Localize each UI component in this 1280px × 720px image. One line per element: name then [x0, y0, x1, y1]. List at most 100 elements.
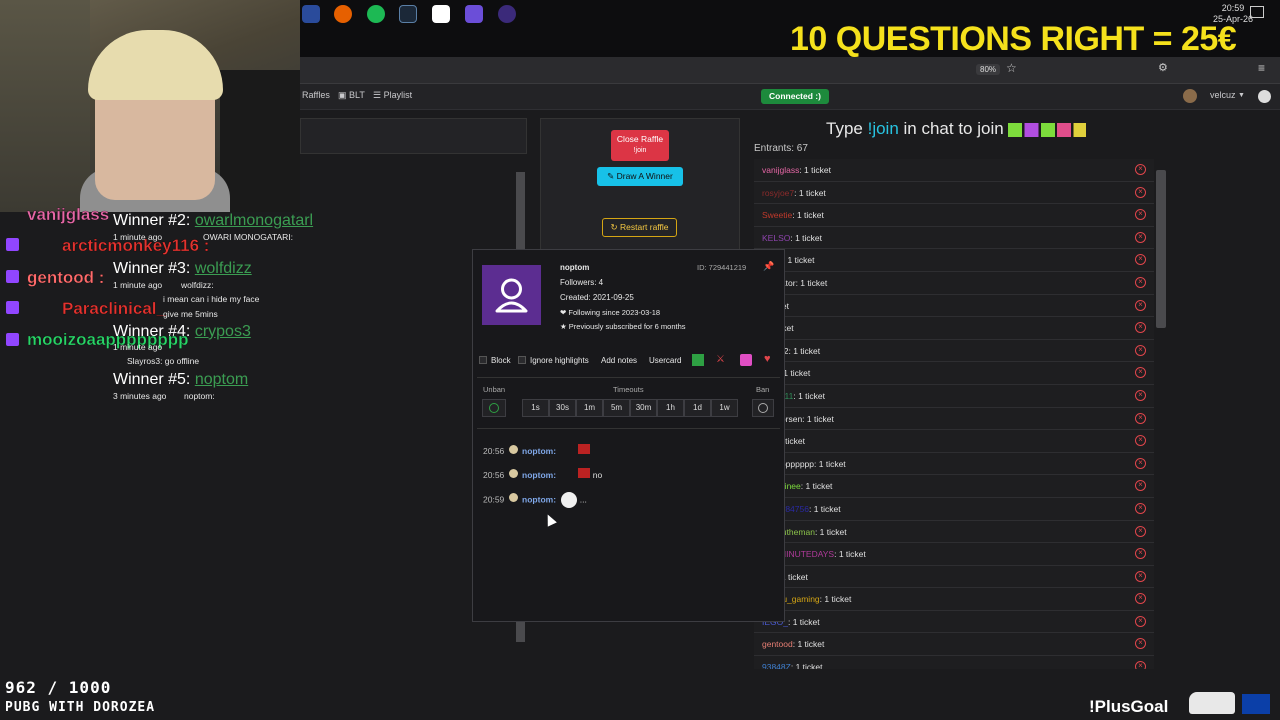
close-raffle-button[interactable]: Close Raffle !join [611, 130, 669, 161]
timeout-1d-button[interactable]: 1d [684, 399, 711, 417]
theme-toggle-icon[interactable] [1258, 90, 1271, 103]
firefox-icon[interactable] [334, 5, 352, 23]
remove-entrant-icon[interactable]: × [1135, 412, 1146, 424]
remove-entrant-icon[interactable]: × [1135, 570, 1146, 582]
remove-entrant-icon[interactable]: × [1135, 525, 1146, 537]
notion-icon[interactable] [432, 5, 450, 23]
entrant-row: Santtutheman: 1 ticket × [754, 520, 1154, 544]
winner-3: Winner #3: wolfdizz [113, 260, 252, 278]
usercard-username[interactable]: noptom [560, 263, 589, 272]
remove-entrant-icon[interactable]: × [1135, 615, 1146, 627]
twitch-app-icon[interactable] [498, 5, 516, 23]
unban-button[interactable] [482, 399, 506, 417]
timeout-1s-button[interactable]: 1s [522, 399, 549, 417]
usercard-id: ID: 729441219 [697, 263, 747, 272]
entrant-row: 1 ticket× [754, 294, 1154, 318]
app-c-icon[interactable] [302, 5, 320, 23]
remove-entrant-icon[interactable]: × [1135, 299, 1146, 311]
winner-label: Winner #3: [113, 260, 195, 277]
timeout-5m-button[interactable]: 5m [603, 399, 630, 417]
message-user[interactable]: noptom: [522, 470, 556, 480]
chat-message: give me 5mins [163, 309, 218, 319]
remove-entrant-icon[interactable]: × [1135, 480, 1146, 492]
notification-icon[interactable] [1250, 6, 1264, 18]
entrants-scroll-thumb[interactable] [1156, 170, 1166, 328]
entrant-name[interactable]: gentood [762, 639, 793, 649]
block-checkbox[interactable] [479, 356, 487, 364]
entrant-name[interactable]: KELSO [762, 233, 790, 243]
remove-entrant-icon[interactable]: × [1135, 502, 1146, 514]
remove-entrant-icon[interactable]: × [1135, 548, 1146, 560]
steam-icon[interactable] [399, 5, 417, 23]
ban-button[interactable] [752, 399, 774, 417]
remove-entrant-icon[interactable]: × [1135, 276, 1146, 288]
nav-playlist[interactable]: ☰ Playlist [373, 90, 412, 101]
timeout-30m-button[interactable]: 30m [630, 399, 657, 417]
entrant-name[interactable]: rosyjoe7 [762, 188, 794, 198]
chat-message: i mean can i hide my face [163, 294, 260, 304]
remove-entrant-icon[interactable]: × [1135, 435, 1146, 447]
remove-entrant-icon[interactable]: × [1135, 209, 1146, 221]
entrant-row: IEGO_: 1 ticket× [754, 610, 1154, 634]
remove-entrant-icon[interactable]: × [1135, 389, 1146, 401]
user-menu[interactable]: velcuz [1210, 90, 1236, 100]
heart-icon[interactable]: ♥ [764, 353, 776, 365]
nav-raffles[interactable]: Raffles [302, 90, 330, 100]
message-user[interactable]: noptom: [522, 494, 556, 504]
twitch-badge-icon [6, 333, 19, 346]
entrant-name[interactable]: vanijglass [762, 165, 799, 175]
timeout-1w-button[interactable]: 1w [711, 399, 738, 417]
remove-entrant-icon[interactable]: × [1135, 322, 1146, 334]
winner-name[interactable]: wolfdizz [195, 260, 252, 277]
entrant-tickets: : 1 ticket [788, 345, 821, 356]
remove-entrant-icon[interactable]: × [1135, 231, 1146, 243]
winner-name[interactable]: crypos3 [195, 323, 251, 340]
clock-time[interactable]: 20:59 [1213, 3, 1253, 14]
remove-entrant-icon[interactable]: × [1135, 367, 1146, 379]
remove-entrant-icon[interactable]: × [1135, 186, 1146, 198]
bookmark-star-icon[interactable]: ☆ [1006, 61, 1017, 75]
usercard-link[interactable]: Usercard [649, 356, 681, 365]
timeout-1h-button[interactable]: 1h [657, 399, 684, 417]
scroll-thumb-lower[interactable] [516, 620, 525, 642]
extensions-icon[interactable]: ⚙ [1158, 61, 1168, 74]
chevron-down-icon[interactable]: ▼ [1238, 92, 1245, 99]
mod-icon[interactable] [692, 354, 704, 366]
winner-name[interactable]: noptom [195, 371, 248, 388]
remove-entrant-icon[interactable]: × [1135, 457, 1146, 469]
remove-entrant-icon[interactable]: × [1135, 164, 1146, 175]
entrant-name[interactable]: Sweetie [762, 210, 792, 220]
remove-entrant-icon[interactable]: × [1135, 254, 1146, 266]
draw-winner-button[interactable]: ✎ Draw A Winner [597, 167, 683, 186]
grid-app-icon[interactable] [465, 5, 483, 23]
timeout-30s-button[interactable]: 30s [549, 399, 576, 417]
pin-icon[interactable]: 📌 [763, 261, 774, 272]
remove-entrant-icon[interactable]: × [1135, 661, 1146, 669]
timeout-1m-button[interactable]: 1m [576, 399, 603, 417]
entrant-row: TENMINUTEDAYS: 1 ticket × [754, 543, 1154, 566]
scroll-thumb[interactable] [516, 172, 525, 252]
ignore-highlights-checkbox[interactable] [518, 356, 526, 364]
entrant-row: oaapppppppp: 1 ticket × [754, 452, 1154, 476]
remove-entrant-icon[interactable]: × [1135, 638, 1146, 650]
restart-raffle-button[interactable]: ↻ Restart raffle [602, 218, 677, 237]
spotify-icon[interactable] [367, 5, 385, 23]
browser-address-bar[interactable]: 80% ☆ ⚙ ≡ [300, 57, 1280, 84]
usercard-created: Created: 2021-09-25 [560, 293, 634, 302]
add-notes-link[interactable]: Add notes [601, 356, 637, 365]
winner-name[interactable]: owarlmonogatarl [195, 212, 313, 229]
sword-icon[interactable]: ⚔ [716, 354, 728, 366]
winner-note: OWARI MONOGATARI: [203, 232, 294, 242]
nav-blt[interactable]: ▣ BLT [338, 90, 365, 101]
chat-name-4: Paraclinical_ [62, 299, 166, 318]
zoom-badge[interactable]: 80% [976, 64, 1001, 75]
menu-icon[interactable]: ≡ [1258, 61, 1265, 75]
entrant-name[interactable]: 93848Z [762, 662, 791, 669]
entrant-tickets: : 1 ticket [814, 458, 846, 469]
vip-icon[interactable] [740, 354, 752, 366]
user-avatar[interactable] [1183, 89, 1197, 103]
van-icon [1189, 692, 1235, 714]
remove-entrant-icon[interactable]: × [1135, 593, 1146, 605]
message-user[interactable]: noptom: [522, 446, 556, 456]
remove-entrant-icon[interactable]: × [1135, 344, 1146, 356]
